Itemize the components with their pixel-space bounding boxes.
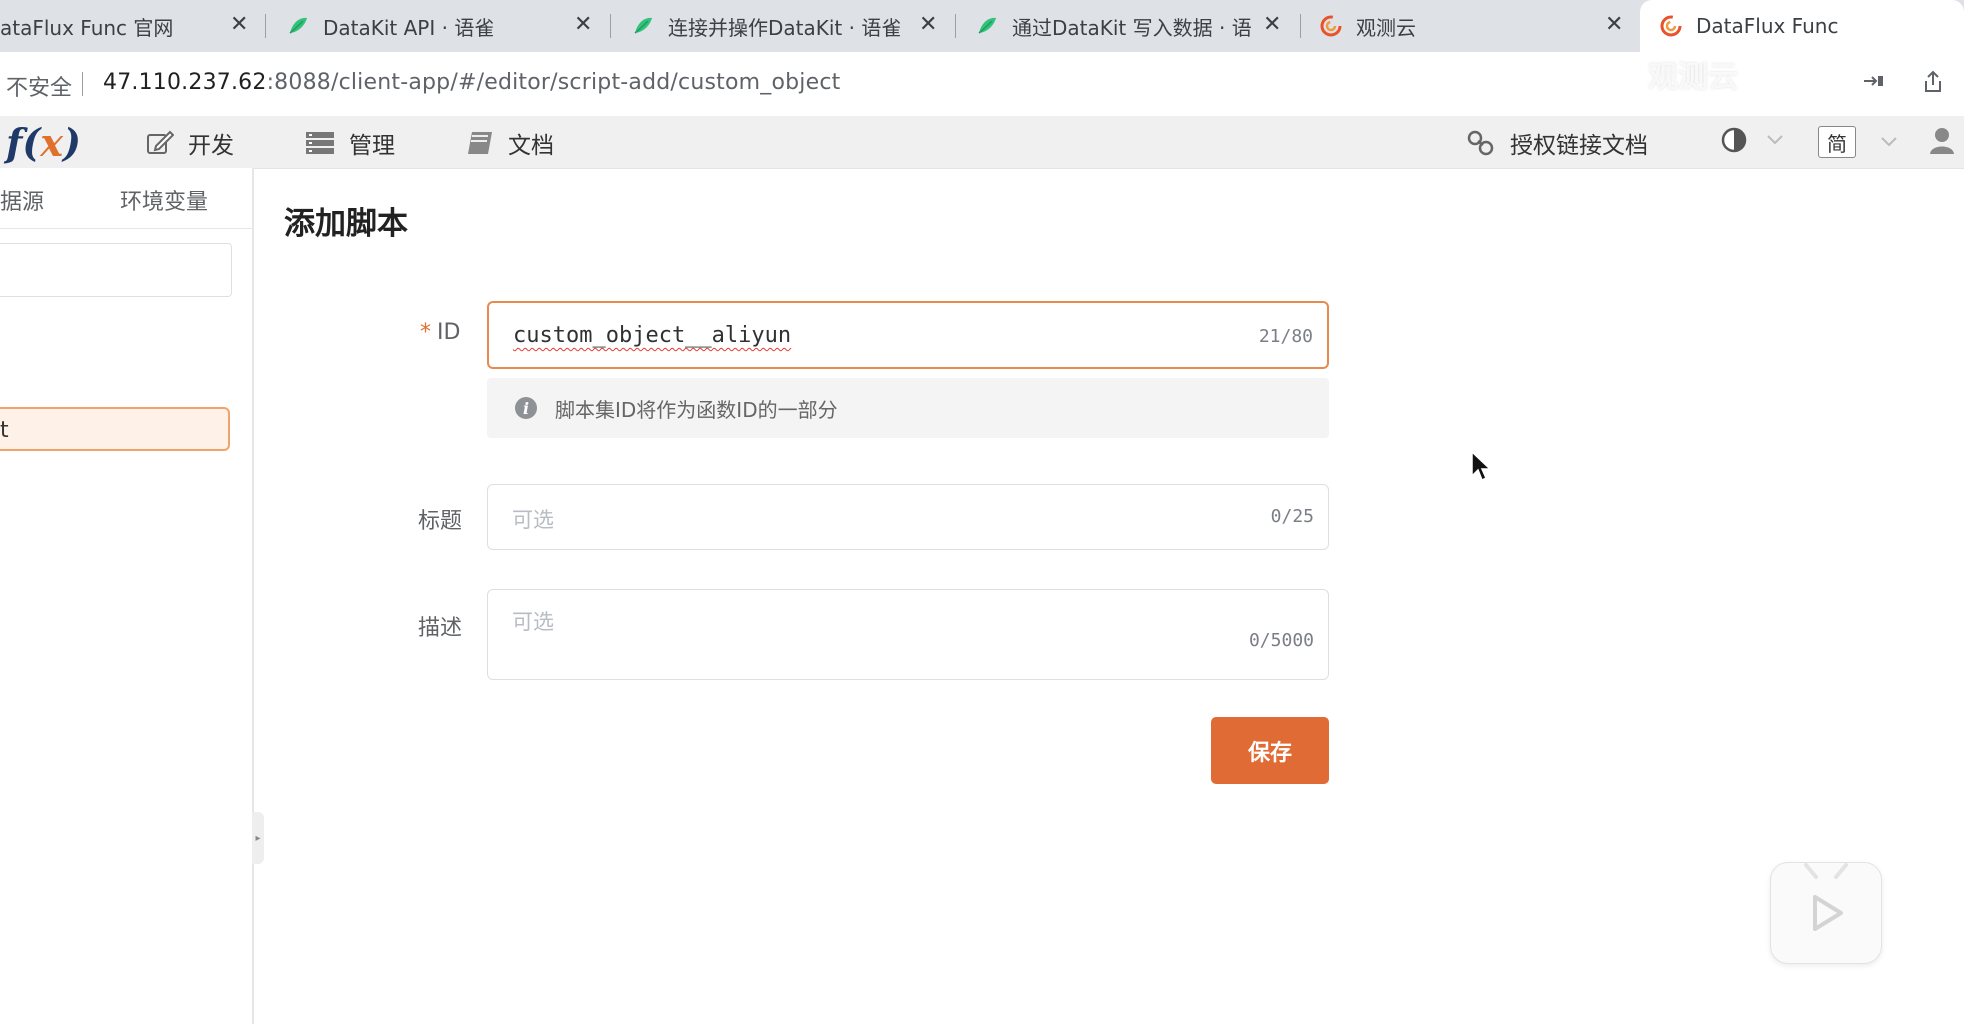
user-menu[interactable] (1928, 126, 1956, 156)
title-placeholder: 可选 (512, 508, 554, 532)
logo-x: x (40, 120, 63, 165)
id-char-count: 21/80 (1258, 326, 1313, 347)
id-label-text: ID (437, 320, 461, 345)
app-navbar: f(x) 开发 管理 文档 授权链接文档 简 (0, 116, 1964, 169)
app-logo[interactable]: f(x) (6, 120, 81, 165)
browser-tab-guance[interactable]: 观测云 ✕ (1320, 0, 1625, 52)
browser-tab-dataflux-site[interactable]: ataFlux Func 官网 ✕ (0, 0, 255, 52)
url-host: 47.110.237.62 (103, 70, 267, 95)
browser-tab-strip: ataFlux Func 官网 ✕ DataKit API · 语雀 ✕ 连接并… (0, 0, 1964, 52)
divider (82, 72, 83, 96)
title-label: 标题 (418, 509, 463, 534)
info-icon: i (515, 397, 537, 419)
tab-separator (610, 14, 611, 38)
link-icon (1467, 130, 1494, 156)
tab-separator (955, 14, 956, 38)
close-icon[interactable]: ✕ (230, 12, 248, 37)
description-placeholder: 可选 (512, 610, 554, 634)
logo-f: f (6, 120, 23, 165)
page-title: 添加脚本 (284, 206, 408, 242)
auth-link-label: 授权链接文档 (1510, 133, 1648, 159)
user-icon (1930, 128, 1954, 154)
logo-close-paren: ) (63, 120, 81, 165)
sidebar-tabs: 据源 环境变量 (0, 168, 252, 229)
close-icon[interactable]: ✕ (1263, 12, 1281, 37)
browser-tab-dataflux-func[interactable]: DataFlux Func (1640, 0, 1964, 52)
description-label: 描述 (418, 616, 463, 641)
cast-icon[interactable] (1862, 70, 1886, 92)
sidebar-selected-item[interactable]: t (0, 407, 230, 451)
description-field[interactable]: 可选 0/5000 (487, 589, 1329, 680)
tab-title: DataKit API · 语雀 (323, 15, 495, 40)
theme-switcher[interactable] (1720, 126, 1784, 154)
security-label[interactable]: 不安全 (6, 70, 72, 102)
title-field[interactable]: 可选 0/25 (487, 484, 1329, 550)
id-label: * ID (420, 320, 460, 345)
chevron-down-icon (1767, 135, 1783, 145)
browser-tab-datakit-api[interactable]: DataKit API · 语雀 ✕ (287, 0, 602, 52)
nav-manage[interactable]: 管理 (305, 126, 395, 160)
tab-title: 连接并操作DataKit · 语雀 (668, 15, 902, 40)
chevron-down-icon (1881, 137, 1897, 147)
nav-manage-label: 管理 (349, 133, 395, 159)
guance-icon (1320, 15, 1342, 37)
tab-separator (265, 14, 266, 38)
auth-link-docs[interactable]: 授权链接文档 (1466, 126, 1648, 160)
sidebar-search-input[interactable] (0, 243, 232, 297)
tab-env-variables[interactable]: 环境变量 (120, 184, 208, 216)
watermark-logo: 观测云 (1648, 60, 1738, 95)
yuque-icon (289, 17, 307, 34)
guance-icon (1660, 15, 1682, 37)
url-path: :8088/client-app/#/editor/script-add/cus… (266, 70, 841, 95)
mouse-cursor-icon (1471, 450, 1492, 482)
share-icon[interactable] (1922, 70, 1944, 94)
required-asterisk: * (420, 320, 431, 345)
sidebar-collapse-handle[interactable]: ▸ (252, 812, 264, 864)
close-icon[interactable]: ✕ (919, 12, 937, 37)
id-field[interactable]: custom_object__aliyun 21/80 (487, 301, 1329, 369)
theme-half-circle-icon (1721, 127, 1747, 153)
video-play-widget[interactable] (1770, 862, 1882, 964)
address-bar-actions (1862, 70, 1944, 94)
logo-open-paren: ( (22, 120, 41, 165)
tab-title: 通过DataKit 写入数据 · 语 (1012, 15, 1252, 40)
browser-tab-connect-datakit[interactable]: 连接并操作DataKit · 语雀 ✕ (632, 0, 947, 52)
url-field[interactable]: 47.110.237.62:8088/client-app/#/editor/s… (103, 70, 840, 95)
nav-docs[interactable]: 文档 (466, 126, 554, 160)
play-icon (1804, 863, 1848, 931)
id-input-value: custom_object__aliyun (513, 323, 792, 348)
book-icon (468, 132, 492, 154)
nav-docs-label: 文档 (508, 133, 554, 159)
save-button[interactable]: 保存 (1211, 717, 1329, 784)
nav-develop[interactable]: 开发 (146, 126, 234, 160)
server-icon (306, 132, 334, 154)
yuque-icon (978, 17, 996, 34)
language-switcher[interactable]: 简 (1818, 126, 1898, 158)
tab-title: DataFlux Func (1696, 14, 1839, 38)
close-icon[interactable]: ✕ (574, 12, 592, 37)
language-label: 简 (1818, 126, 1856, 158)
tab-title: 观测云 (1356, 15, 1416, 40)
tab-title: ataFlux Func 官网 (0, 15, 174, 40)
edit-icon (147, 130, 174, 154)
id-hint-text: 脚本集ID将作为函数ID的一部分 (555, 397, 838, 422)
id-hint: i 脚本集ID将作为函数ID的一部分 (487, 378, 1329, 438)
tab-separator (1300, 14, 1301, 38)
description-char-count: 0/5000 (1248, 630, 1314, 651)
title-char-count: 0/25 (1270, 506, 1314, 527)
sidebar: 据源 环境变量 t (0, 168, 254, 1024)
close-icon[interactable]: ✕ (1605, 12, 1623, 37)
tab-datasource[interactable]: 据源 (0, 184, 44, 216)
nav-develop-label: 开发 (188, 133, 234, 159)
yuque-icon (634, 17, 652, 34)
browser-tab-write-datakit[interactable]: 通过DataKit 写入数据 · 语 ✕ (976, 0, 1291, 52)
